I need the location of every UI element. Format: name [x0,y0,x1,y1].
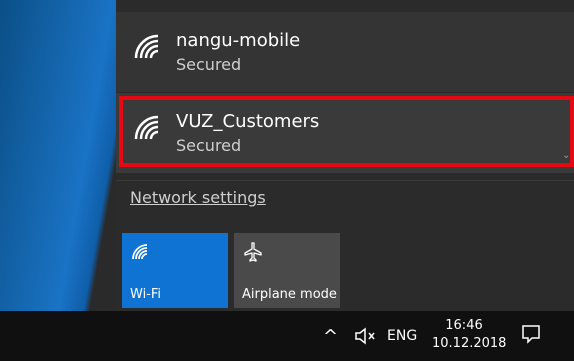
airplane-icon [244,242,262,262]
taskbar: ^ ENG 16:46 10.12.2018 [0,311,574,361]
wifi-icon [134,115,159,140]
wifi-icon [132,244,148,260]
action-center-icon[interactable] [520,323,542,345]
wifi-toggle-tile[interactable]: Wi-Fi [122,233,228,308]
language-indicator[interactable]: ENG [387,311,417,361]
network-item-vuz-customers[interactable]: VUZ_Customers Secured [116,93,574,173]
scroll-down-icon[interactable]: ⌄ [562,150,574,170]
network-ssid: VUZ_Customers [176,111,320,132]
network-ssid: nangu-mobile [176,30,301,51]
tile-label: Airplane mode [242,287,337,302]
airplane-mode-tile[interactable]: Airplane mode [234,233,340,308]
divider [116,180,574,181]
clock-date: 10.12.2018 [432,336,507,351]
network-item-nangu-mobile[interactable]: nangu-mobile Secured [116,12,574,92]
clock-time: 16:46 [445,318,483,333]
chevron-up-icon[interactable]: ^ [323,311,338,361]
network-status: Secured [176,136,242,155]
speaker-muted-icon[interactable] [352,322,380,350]
network-status: Secured [176,55,242,74]
wifi-icon [134,34,159,59]
tile-label: Wi-Fi [130,287,162,302]
clock[interactable]: 16:46 10.12.2018 [432,317,507,353]
network-settings-link[interactable]: Network settings [130,188,266,207]
